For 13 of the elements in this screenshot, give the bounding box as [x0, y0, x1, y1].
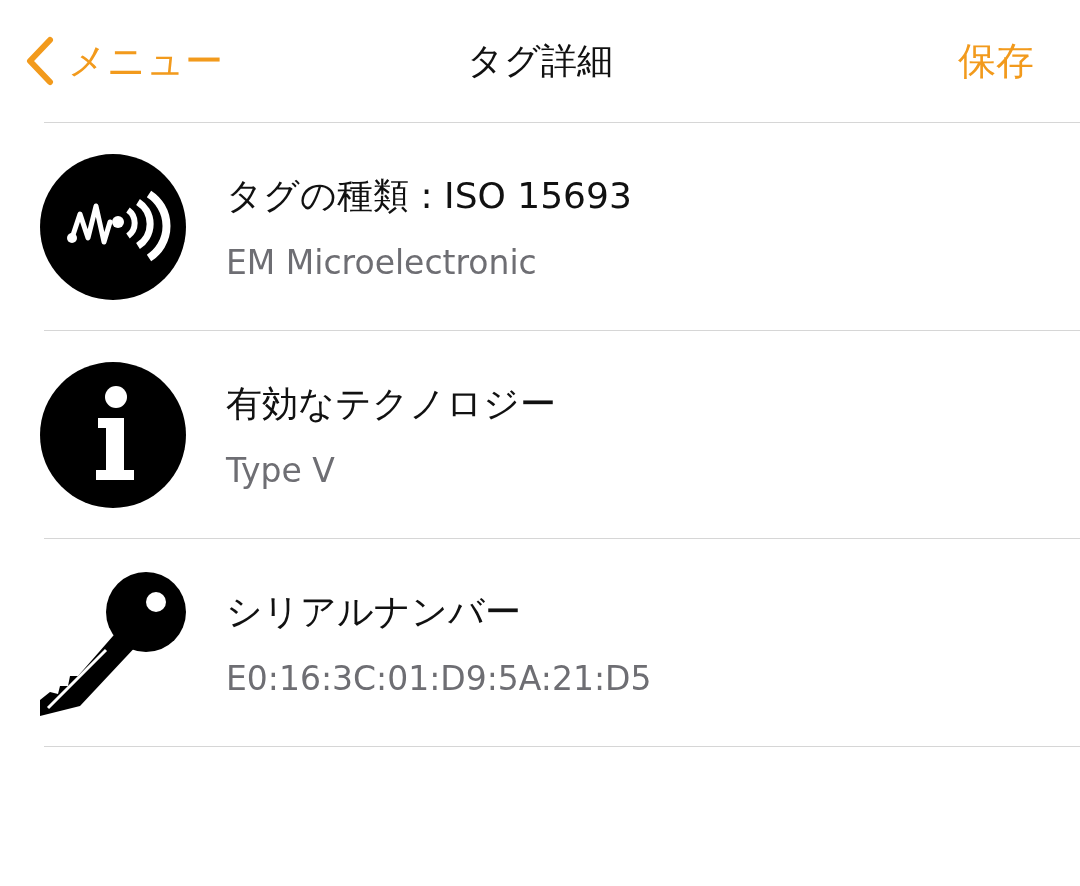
row-value: E0:16:3C:01:D9:5A:21:D5	[226, 658, 652, 698]
key-icon	[40, 569, 186, 716]
row-title: 有効なテクノロジー	[226, 381, 556, 426]
nfc-icon	[40, 153, 186, 300]
info-icon	[40, 361, 186, 508]
save-button[interactable]: 保存	[958, 35, 1034, 87]
row-title: タグの種類 : ISO 15693	[226, 173, 632, 218]
row-title: シリアルナンバー	[226, 589, 522, 634]
chevron-left-icon	[24, 36, 54, 86]
row-value: EM Microelectronic	[226, 242, 538, 282]
back-button[interactable]: メニュー	[24, 35, 223, 87]
row-value: Type V	[226, 450, 336, 490]
screen-title: タグ詳細	[467, 38, 613, 83]
